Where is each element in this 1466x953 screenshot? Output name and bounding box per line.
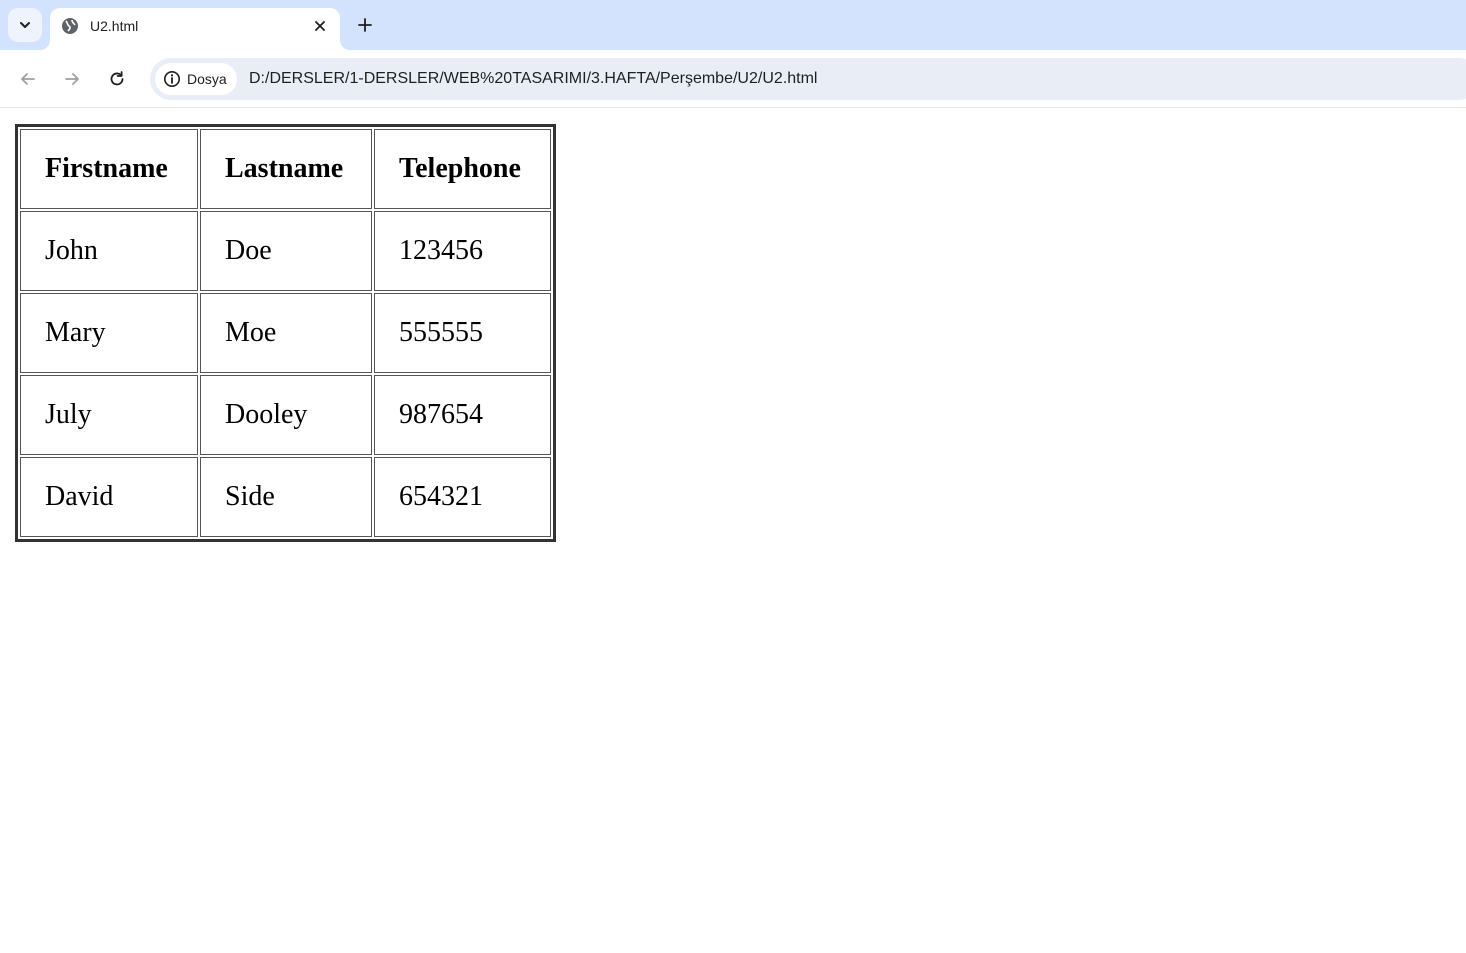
cell-lastname: Side xyxy=(200,457,372,537)
tab-search-button[interactable] xyxy=(8,8,42,42)
reload-icon xyxy=(110,71,124,86)
chevron-down-icon xyxy=(20,22,30,28)
table-row: July Dooley 987654 xyxy=(20,375,551,455)
arrow-right-icon xyxy=(65,73,79,85)
site-info-label: Dosya xyxy=(187,71,227,87)
cell-firstname: John xyxy=(20,211,198,291)
cell-lastname: Dooley xyxy=(200,375,372,455)
cell-firstname: Mary xyxy=(20,293,198,373)
cell-lastname: Doe xyxy=(200,211,372,291)
close-icon xyxy=(315,21,325,31)
tab-close-button[interactable] xyxy=(310,16,330,36)
reload-button[interactable] xyxy=(101,63,133,95)
header-firstname: Firstname xyxy=(20,129,198,209)
header-lastname: Lastname xyxy=(200,129,372,209)
globe-icon xyxy=(62,18,78,34)
cell-telephone: 555555 xyxy=(374,293,551,373)
header-telephone: Telephone xyxy=(374,129,551,209)
table-row: David Side 654321 xyxy=(20,457,551,537)
forward-button[interactable] xyxy=(56,63,88,95)
contacts-table: Firstname Lastname Telephone John Doe 12… xyxy=(15,124,556,542)
address-bar[interactable]: Dosya D:/DERSLER/1-DERSLER/WEB%20TASARIM… xyxy=(150,58,1466,100)
site-info-chip[interactable]: Dosya xyxy=(155,63,237,95)
table-header-row: Firstname Lastname Telephone xyxy=(20,129,551,209)
cell-firstname: July xyxy=(20,375,198,455)
info-icon xyxy=(164,71,180,87)
cell-lastname: Moe xyxy=(200,293,372,373)
cell-telephone: 987654 xyxy=(374,375,551,455)
browser-toolbar: Dosya D:/DERSLER/1-DERSLER/WEB%20TASARIM… xyxy=(0,50,1466,108)
tab-strip: U2.html xyxy=(0,0,1466,50)
table-row: John Doe 123456 xyxy=(20,211,551,291)
arrow-left-icon xyxy=(21,73,35,85)
cell-telephone: 123456 xyxy=(374,211,551,291)
url-text[interactable]: D:/DERSLER/1-DERSLER/WEB%20TASARIMI/3.HA… xyxy=(249,69,817,89)
page-content: Firstname Lastname Telephone John Doe 12… xyxy=(0,109,1466,953)
back-button[interactable] xyxy=(12,63,44,95)
table-row: Mary Moe 555555 xyxy=(20,293,551,373)
tab-title: U2.html xyxy=(90,18,139,34)
active-tab[interactable]: U2.html xyxy=(50,8,340,50)
plus-icon xyxy=(358,18,372,32)
new-tab-button[interactable] xyxy=(350,10,380,40)
cell-telephone: 654321 xyxy=(374,457,551,537)
cell-firstname: David xyxy=(20,457,198,537)
